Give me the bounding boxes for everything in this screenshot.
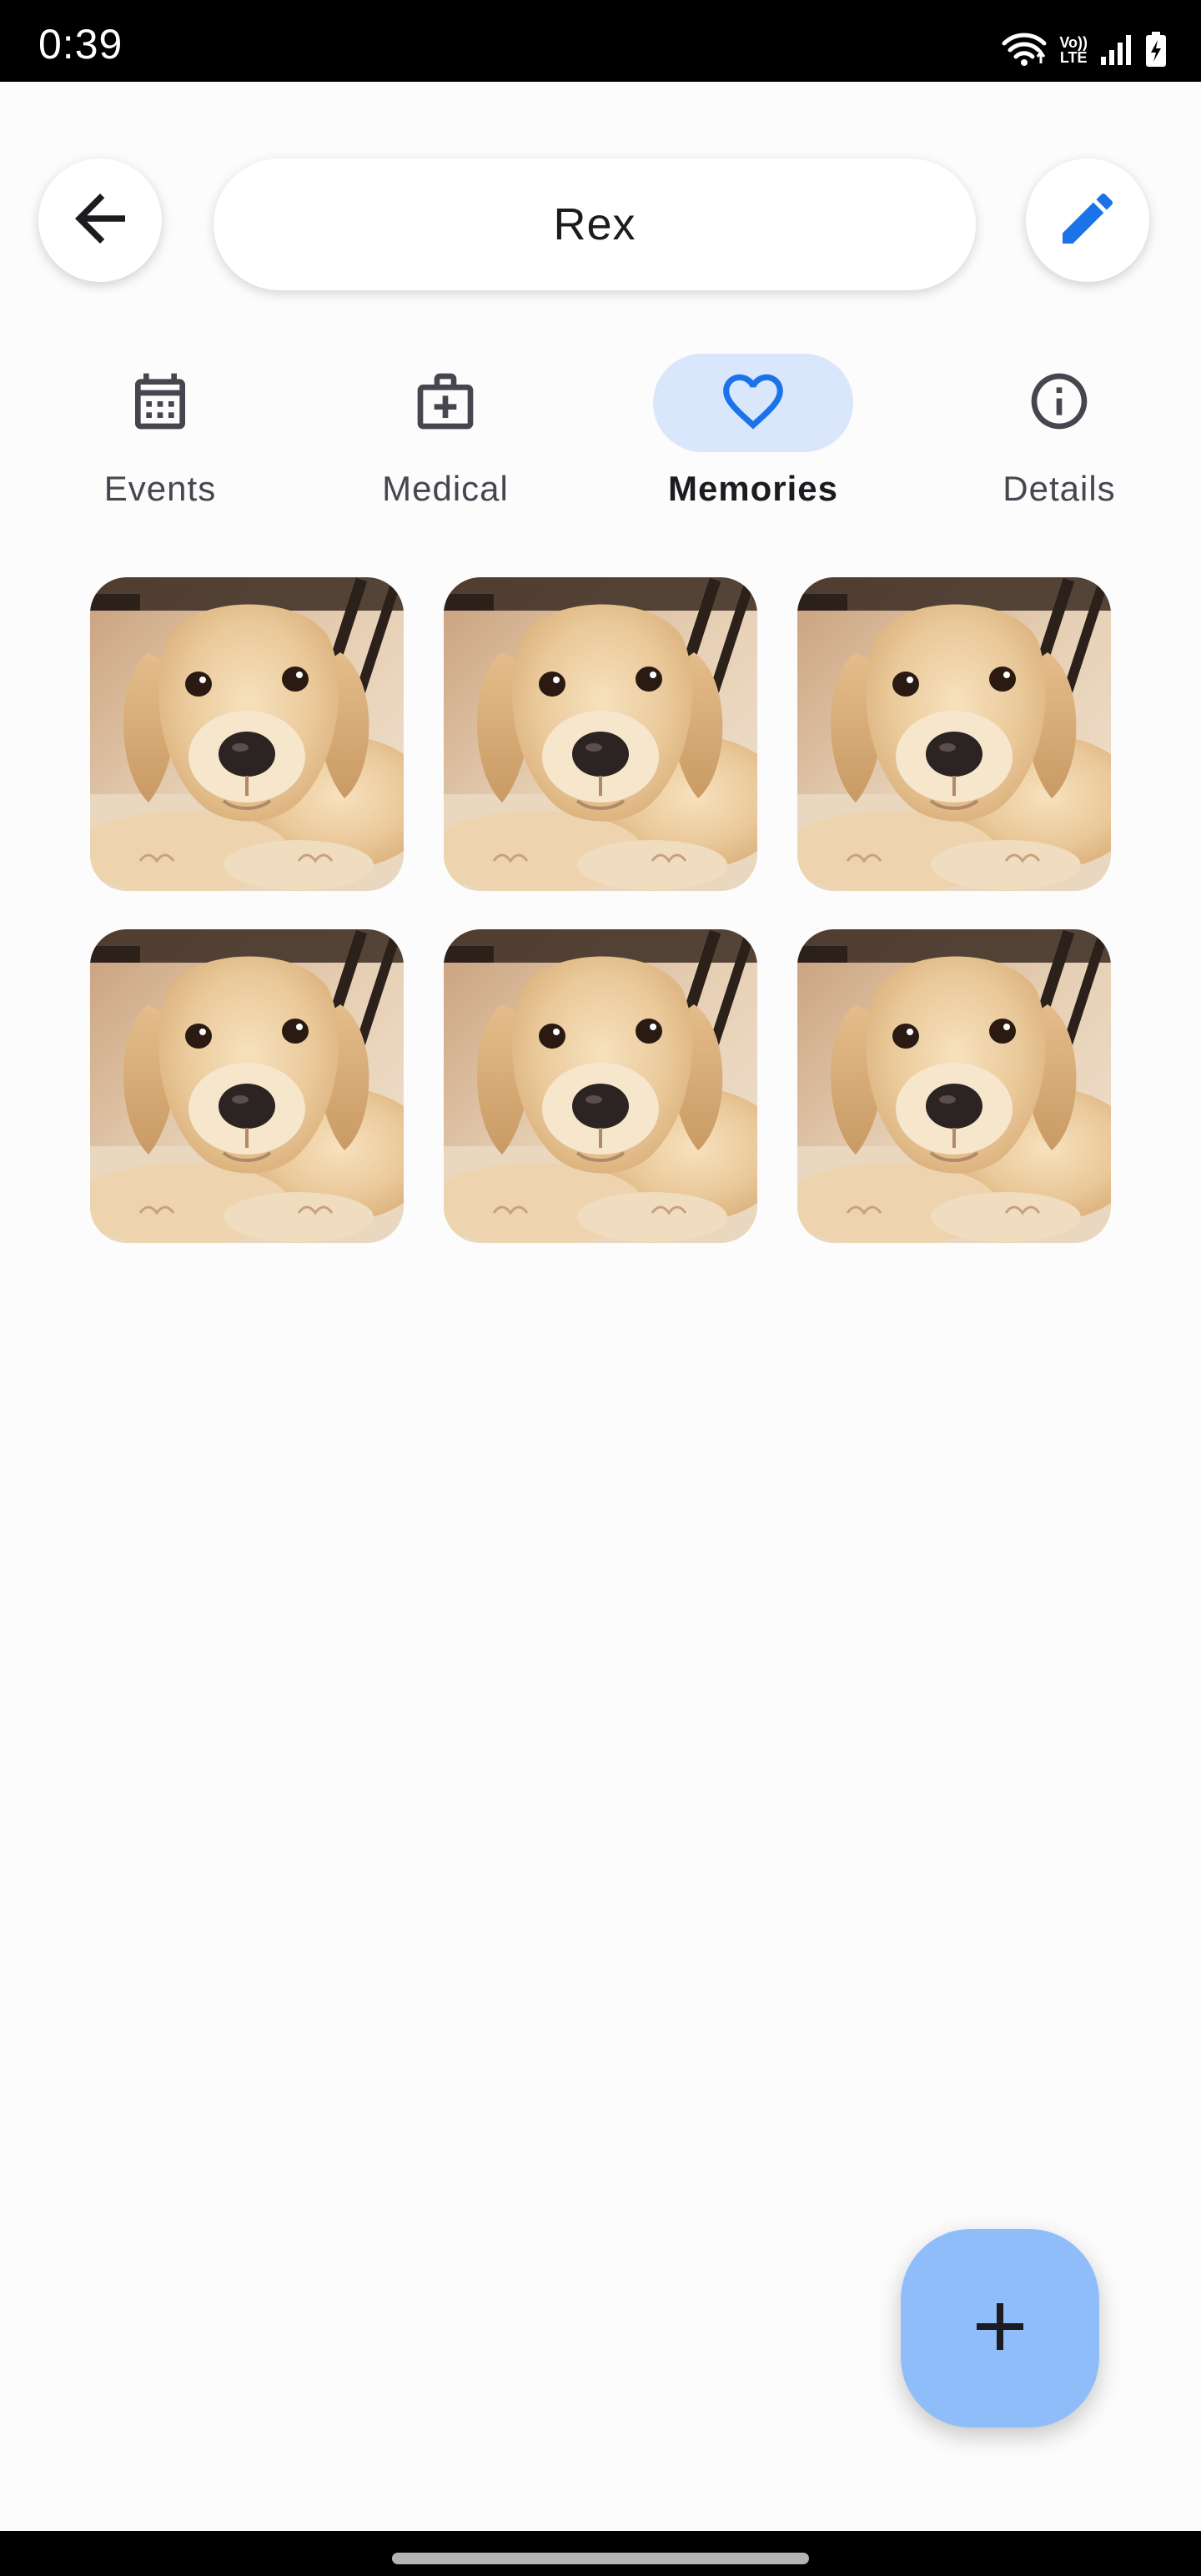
tab-details-label: Details	[1003, 469, 1116, 508]
medical-kit-icon	[412, 368, 479, 439]
memory-photo[interactable]	[797, 577, 1111, 891]
signal-icon	[1099, 33, 1133, 67]
heart-icon	[717, 365, 789, 441]
calendar-icon	[127, 368, 193, 439]
memory-photo[interactable]	[444, 929, 757, 1243]
tab-bar: Events Medical Memories Details	[0, 350, 1201, 517]
memory-photo[interactable]	[90, 929, 404, 1243]
volte-label: Vo))	[1059, 34, 1088, 51]
plus-icon	[960, 2287, 1040, 2371]
memory-photo[interactable]	[444, 577, 757, 891]
tab-medical[interactable]: Medical	[250, 350, 550, 517]
lte-label: LTE	[1059, 49, 1088, 66]
battery-charging-icon	[1144, 32, 1168, 68]
back-button[interactable]	[38, 158, 162, 282]
info-icon	[1026, 368, 1093, 439]
edit-button[interactable]	[1026, 158, 1149, 282]
tab-memories-indicator	[653, 354, 853, 452]
app-screen: 0:39 Vo)) LTE Rex Events Medical Memorie…	[0, 0, 1201, 2576]
tab-memories-label: Memories	[667, 469, 839, 508]
tab-memories[interactable]: Memories	[553, 350, 853, 517]
wifi-icon	[1001, 32, 1048, 68]
memory-photo[interactable]	[90, 577, 404, 891]
memory-photo[interactable]	[797, 929, 1111, 1243]
home-gesture-handle[interactable]	[392, 2553, 809, 2564]
system-nav-bar	[0, 2531, 1201, 2576]
add-memory-button[interactable]	[901, 2229, 1099, 2428]
tab-medical-indicator	[345, 354, 545, 452]
page-title: Rex	[553, 199, 636, 249]
tab-details[interactable]: Details	[859, 350, 1159, 517]
arrow-back-icon	[63, 181, 138, 260]
status-time: 0:39	[38, 21, 123, 68]
tab-details-indicator	[959, 354, 1159, 452]
volte-icon: Vo)) LTE	[1059, 35, 1088, 65]
tab-medical-label: Medical	[382, 469, 509, 508]
status-bar: 0:39 Vo)) LTE	[0, 0, 1201, 82]
pencil-icon	[1054, 185, 1121, 256]
pet-name-field[interactable]: Rex	[214, 158, 976, 290]
status-icons: Vo)) LTE	[1001, 28, 1168, 72]
tab-events-indicator	[60, 354, 260, 452]
tab-events[interactable]: Events	[0, 350, 260, 517]
